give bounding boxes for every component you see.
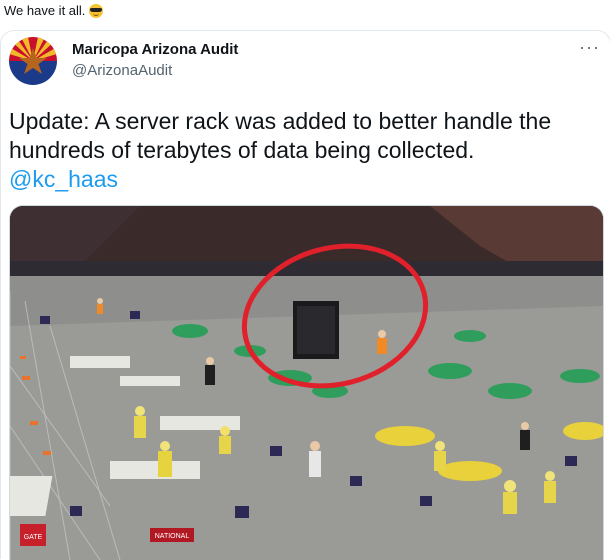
tweet-text-line1: Update: A server rack was added to bette… xyxy=(9,108,552,134)
more-options-icon[interactable]: ··· xyxy=(579,37,600,58)
author-handle[interactable]: @ArizonaAudit xyxy=(72,62,172,79)
mention-link[interactable]: @kc_haas xyxy=(9,165,599,194)
avatar[interactable] xyxy=(9,37,57,85)
national-label: NATIONAL xyxy=(155,533,190,540)
intro-text: We have it all. xyxy=(4,3,86,18)
smiling-face-with-sunglasses-icon xyxy=(89,3,104,18)
tweet-text: Update: A server rack was added to bette… xyxy=(9,107,599,194)
gate-label: GATE xyxy=(24,534,43,541)
tweet-text-line2: hundreds of terabytes of data being coll… xyxy=(9,137,475,163)
arena-photo: GATE NATIONAL xyxy=(10,206,603,560)
yellow-table xyxy=(375,426,435,446)
intro-line: We have it all. xyxy=(4,3,104,18)
tweet-photo[interactable]: GATE NATIONAL xyxy=(9,205,604,560)
author-name[interactable]: Maricopa Arizona Audit xyxy=(72,41,238,58)
tweet-card[interactable]: Maricopa Arizona Audit @ArizonaAudit ···… xyxy=(0,30,610,560)
